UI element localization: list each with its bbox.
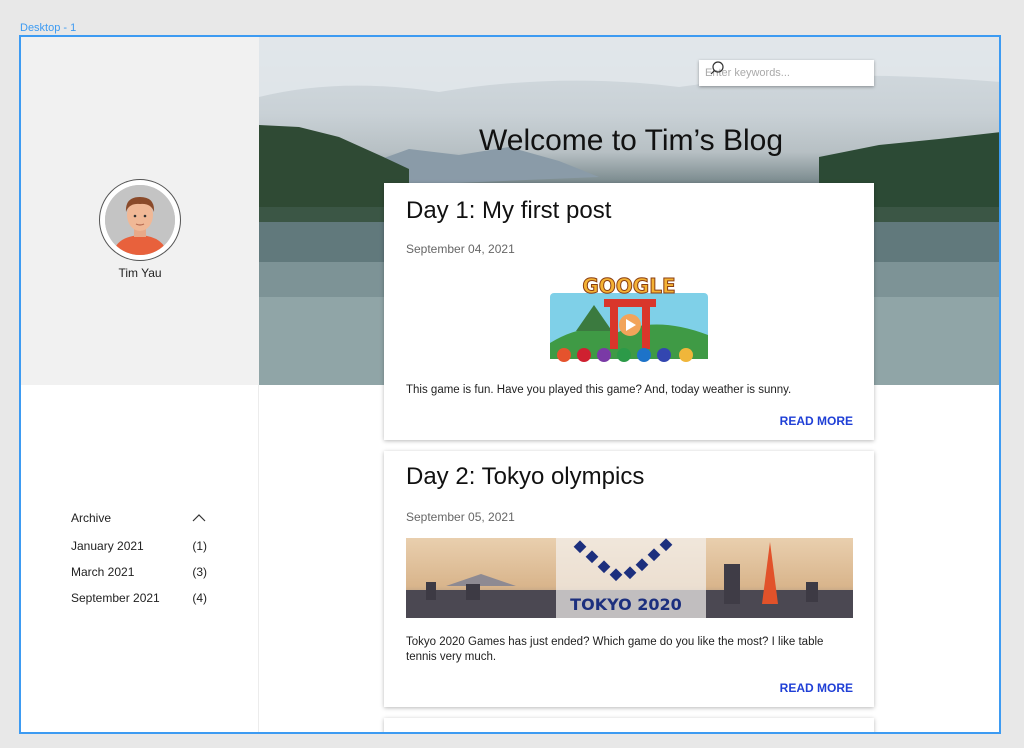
search-icon[interactable] [709,60,725,76]
archive-section: Archive January 2021 (1) March 2021 (3) … [71,511,207,611]
archive-count: (4) [192,591,207,605]
archive-item-september-2021[interactable]: September 2021 (4) [71,585,207,611]
avatar-image [105,185,175,255]
person-avatar-icon [105,185,175,255]
post-title[interactable]: Day 2: Tokyo olympics [406,463,644,491]
read-more-link[interactable]: READ MORE [780,681,853,695]
doodle-text: GOOGLE [582,274,675,298]
archive-item-march-2021[interactable]: March 2021 (3) [71,559,207,585]
chevron-up-icon[interactable] [191,511,207,525]
archive-count: (1) [192,539,207,553]
read-more-link[interactable]: READ MORE [780,414,853,428]
post-card: Day 1: My first post September 04, 2021 … [384,183,874,440]
archive-toggle[interactable]: Archive [71,511,207,533]
archive-item-january-2021[interactable]: January 2021 (1) [71,533,207,559]
archive-month: March 2021 [71,565,135,579]
archive-month: January 2021 [71,539,144,553]
post-excerpt: Tokyo 2020 Games has just ended? Which g… [406,636,824,663]
sidebar: Tim Yau Archive January 2021 (1) March 2… [21,37,259,732]
desktop-frame: Tim Yau Archive January 2021 (1) March 2… [19,35,1001,734]
profile-panel: Tim Yau [21,37,259,385]
post-date: September 04, 2021 [406,242,515,256]
tokyo-skyline-image: TOKYO 2020 [406,538,853,618]
doodle-game-image: GOOGLE [550,274,708,362]
archive-count: (3) [192,565,207,579]
search-input[interactable] [705,67,845,79]
tokyo-logo-text: TOKYO 2020 [570,595,682,614]
post-title[interactable]: Day 1: My first post [406,197,611,225]
profile-name: Tim Yau [118,266,162,280]
avatar[interactable] [99,179,181,261]
post-date: September 05, 2021 [406,510,515,524]
post-image[interactable]: TOKYO 2020 [406,538,853,618]
archive-month: September 2021 [71,591,160,605]
post-card: Day 2: Tokyo olympics September 05, 2021 [384,451,874,707]
post-card [384,718,874,732]
blog-title: Welcome to Tim’s Blog [479,124,783,157]
archive-title: Archive [71,511,112,525]
frame-label: Desktop - 1 [20,22,77,34]
search-box[interactable] [699,60,874,86]
post-image[interactable]: GOOGLE [546,271,712,365]
post-excerpt: This game is fun. Have you played this g… [406,384,792,396]
